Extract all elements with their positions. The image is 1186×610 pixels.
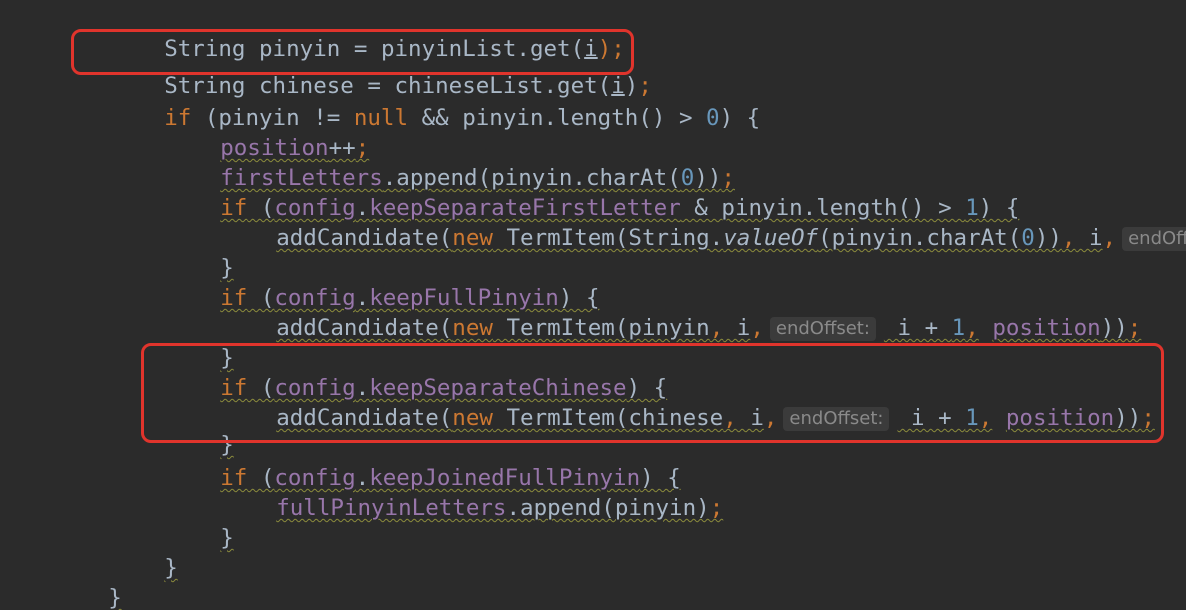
code-token: }: [108, 585, 122, 610]
code-token: && pinyin.length() >: [408, 105, 707, 131]
code-token: addCandidate(: [276, 315, 453, 341]
code-token: TermItem(chinese: [492, 405, 724, 431]
code-token: ,: [965, 315, 979, 341]
code-token: 1: [965, 405, 979, 431]
code-token: )): [1100, 315, 1128, 341]
code-token: .append(pinyin): [506, 495, 710, 521]
code-token: (pinyin.charAt(: [818, 225, 1022, 251]
code-line-11[interactable]: }: [166, 313, 234, 371]
code-token: ;: [709, 495, 724, 521]
code-token: ,: [1102, 225, 1117, 251]
code-line-3[interactable]: if (pinyin != null && pinyin.length() > …: [110, 73, 760, 131]
code-line-10[interactable]: addCandidate(new TermItem(pinyin, i, endO…: [222, 283, 1141, 341]
code-line-8[interactable]: }: [166, 223, 234, 281]
code-line-19[interactable]: }: [54, 553, 122, 610]
code-line-18[interactable]: }: [110, 523, 178, 581]
code-token: ,: [763, 405, 778, 431]
code-token: new: [452, 225, 493, 251]
code-token: ,: [978, 405, 993, 431]
code-token: )): [1034, 225, 1062, 251]
code-token: i: [736, 405, 764, 431]
code-line-14[interactable]: }: [166, 400, 234, 458]
parameter-hint: endOffset:: [769, 316, 876, 341]
code-token: ,: [723, 405, 737, 431]
code-token: }: [164, 555, 178, 581]
code-token: addCandidate(: [276, 225, 453, 251]
code-token: 0: [706, 105, 720, 131]
code-token: position: [1005, 405, 1115, 431]
code-line-15[interactable]: if (config.keepJoinedFullPinyin) {: [166, 433, 681, 491]
code-token: i +: [897, 405, 966, 431]
code-token: 1: [951, 315, 966, 341]
code-token: ,: [750, 315, 764, 341]
code-line-1[interactable]: String pinyin = pinyinList.get(i);: [110, 4, 625, 62]
code-token: TermItem(String.: [492, 225, 724, 251]
code-line-17[interactable]: }: [166, 493, 234, 551]
code-line-13[interactable]: addCandidate(new TermItem(chinese, i, end…: [222, 373, 1155, 431]
code-token: ) {: [719, 105, 761, 131]
parameter-hint: endOffset:: [783, 406, 890, 431]
code-token: )): [1114, 405, 1142, 431]
code-line-5[interactable]: firstLetters.append(pinyin.charAt(0));: [166, 133, 735, 191]
code-token: TermItem(pinyin: [492, 315, 710, 341]
code-token: position: [992, 315, 1101, 341]
code-line-2[interactable]: String chinese = chineseList.get(i);: [110, 41, 652, 99]
code-token: addCandidate(: [276, 405, 453, 431]
code-line-9[interactable]: if (config.keepFullPinyin) {: [166, 253, 599, 311]
code-line-16[interactable]: fullPinyinLetters.append(pinyin);: [222, 463, 723, 521]
code-line-6[interactable]: if (config.keepSeparateFirstLetter & pin…: [166, 163, 1019, 221]
code-token: ,: [1061, 225, 1076, 251]
code-line-12[interactable]: if (config.keepSeparateChinese) {: [166, 343, 667, 401]
code-token: ,: [709, 315, 724, 341]
code-token: }: [220, 525, 234, 551]
code-line-7[interactable]: addCandidate(new TermItem(String.valueOf…: [222, 193, 1186, 251]
code-token: i +: [883, 315, 952, 341]
code-token: i: [723, 315, 751, 341]
code-token: valueOf: [723, 225, 819, 251]
code-token: fullPinyinLetters: [276, 495, 507, 521]
parameter-hint: endOff: [1122, 226, 1186, 251]
code-token: i: [1075, 225, 1103, 251]
code-token: new: [452, 405, 493, 431]
code-line-4[interactable]: position++;: [166, 103, 369, 161]
code-token: new: [452, 315, 493, 341]
code-token: ;: [1127, 315, 1142, 341]
code-token: ;: [1141, 405, 1155, 431]
code-token: 0: [1021, 225, 1035, 251]
code-editor[interactable]: String pinyin = pinyinList.get(i); Strin…: [0, 0, 1186, 610]
